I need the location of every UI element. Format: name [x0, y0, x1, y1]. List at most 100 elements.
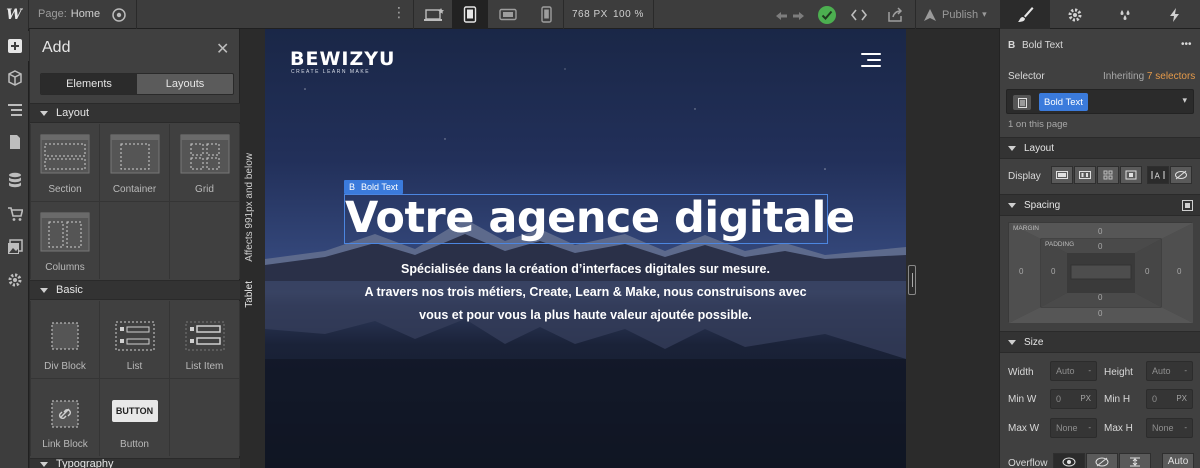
unit-dash: -	[1184, 423, 1187, 432]
element-columns[interactable]: Columns	[31, 202, 99, 279]
min-height-input[interactable]: 0 PX	[1146, 389, 1193, 409]
max-height-input[interactable]: None -	[1146, 418, 1193, 438]
undo-redo-icon[interactable]	[770, 0, 810, 29]
display-flex-icon[interactable]	[1074, 166, 1096, 184]
chevron-down-icon[interactable]: ▾	[1182, 95, 1187, 106]
hero-subtitle-line[interactable]: vous et pour vous la plus haute valeur a…	[265, 308, 906, 322]
display-block-icon[interactable]	[1051, 166, 1073, 184]
usage-count: 1 on this page	[1008, 119, 1068, 130]
overflow-scroll-icon[interactable]	[1119, 453, 1151, 468]
webflow-logo[interactable]: W	[0, 0, 29, 29]
page-selector[interactable]: Page: Home	[38, 8, 100, 20]
margin-box[interactable]: MARGIN 0 0 0 0 PADDING 0 0 0 0	[1008, 222, 1193, 323]
unit-px[interactable]: PX	[1176, 394, 1187, 403]
breakpoint-note: Affects 991px and below	[244, 153, 255, 262]
element-section[interactable]: Section	[31, 124, 99, 201]
selector-field[interactable]: Bold Text ▾	[1006, 89, 1194, 114]
canvas-resize-handle[interactable]	[908, 265, 916, 295]
hamburger-menu-icon[interactable]	[861, 52, 881, 68]
style-manager-tab[interactable]	[1100, 0, 1150, 29]
tab-layouts[interactable]: Layouts	[137, 74, 233, 94]
margin-bottom[interactable]: 0	[1098, 309, 1102, 318]
section-title: Typography	[56, 458, 114, 468]
cms-database-icon[interactable]	[0, 165, 29, 195]
pages-icon[interactable]	[0, 127, 29, 157]
publish-button[interactable]: Publish ▾	[918, 0, 998, 29]
style-panel: B Bold Text ••• Selector Inheriting 7 se…	[999, 29, 1200, 468]
section-header-typography[interactable]: Typography	[30, 458, 240, 468]
element-list-item[interactable]: List Item	[170, 301, 239, 378]
code-export-icon[interactable]	[844, 0, 874, 29]
inheriting-count-link[interactable]: 7 selectors	[1147, 71, 1195, 82]
hero-section[interactable]: BEWIZYU CREATE LEARN MAKE B Bold Text Vo…	[265, 29, 906, 468]
navigator-icon[interactable]	[0, 95, 29, 125]
display-inline-block-icon[interactable]	[1120, 166, 1142, 184]
section-header-spacing[interactable]: Spacing	[1000, 194, 1200, 216]
selector-chip[interactable]: Bold Text	[1039, 93, 1088, 111]
element-container[interactable]: Container	[100, 124, 169, 201]
brand-logo[interactable]: BEWIZYU	[290, 48, 395, 70]
share-icon[interactable]	[880, 0, 910, 29]
hero-subtitle-line[interactable]: Spécialisée dans la création d’interface…	[265, 262, 906, 276]
padding-top[interactable]: 0	[1098, 242, 1102, 251]
assets-image-icon[interactable]	[0, 232, 29, 262]
display-inline-icon[interactable]: A	[1147, 166, 1169, 184]
desktop-breakpoint-icon[interactable]	[416, 0, 452, 29]
element-label: Container	[112, 184, 157, 195]
chevron-down-icon	[40, 110, 48, 116]
page-name: Home	[70, 8, 101, 20]
min-height-value: 0	[1152, 394, 1158, 404]
drops-icon	[1120, 9, 1130, 20]
inheriting-label: Inheriting 7 selectors	[1103, 71, 1195, 82]
padding-bottom[interactable]: 0	[1098, 293, 1102, 302]
spacing-presets-icon[interactable]	[1182, 200, 1193, 214]
min-width-input[interactable]: 0 PX	[1050, 389, 1097, 409]
mobile-landscape-icon[interactable]	[490, 0, 526, 29]
more-options-icon[interactable]: •••	[1181, 39, 1192, 50]
symbols-cube-icon[interactable]	[0, 63, 29, 93]
margin-left[interactable]: 0	[1019, 267, 1023, 276]
max-width-input[interactable]: None -	[1050, 418, 1097, 438]
width-input[interactable]: Auto -	[1050, 361, 1097, 381]
page-preview-eye-icon[interactable]	[110, 6, 128, 23]
hero-heading[interactable]: Votre agence digitale	[345, 193, 855, 243]
min-height-label: Min H	[1104, 394, 1131, 405]
interactions-tab[interactable]	[1150, 0, 1200, 29]
display-grid-icon[interactable]	[1097, 166, 1119, 184]
tab-elements[interactable]: Elements	[41, 74, 137, 94]
section-header-layout[interactable]: Layout	[30, 103, 240, 123]
padding-right[interactable]: 0	[1145, 267, 1149, 276]
tablet-breakpoint-icon[interactable]	[452, 0, 488, 29]
section-header-basic[interactable]: Basic	[30, 280, 240, 300]
element-list[interactable]: List	[100, 301, 169, 378]
rocket-icon	[924, 8, 936, 21]
element-div-block[interactable]: Div Block	[31, 301, 99, 378]
element-link-block[interactable]: Link Block	[31, 379, 99, 456]
element-label: Link Block	[42, 439, 88, 450]
overflow-auto-button[interactable]: Auto	[1162, 453, 1194, 468]
add-icon[interactable]	[0, 31, 29, 61]
section-icon	[40, 134, 90, 174]
settings-panel-tab[interactable]	[1050, 0, 1100, 29]
hero-subtitle-line[interactable]: A travers nos trois métiers, Create, Lea…	[265, 285, 906, 299]
overflow-visible-eye-icon[interactable]	[1053, 453, 1085, 468]
margin-top[interactable]: 0	[1098, 227, 1102, 236]
element-button[interactable]: BUTTON Button	[100, 379, 169, 456]
more-vertical-icon[interactable]: ⋮	[392, 5, 406, 19]
section-header-layout[interactable]: Layout	[1000, 137, 1200, 159]
unit-px[interactable]: PX	[1080, 394, 1091, 403]
basic-elements-grid: Div Block List List Item Link Block BUTT…	[30, 301, 240, 456]
overflow-hidden-icon[interactable]	[1086, 453, 1118, 468]
height-input[interactable]: Auto -	[1146, 361, 1193, 381]
mobile-portrait-icon[interactable]	[528, 0, 564, 29]
close-icon[interactable]: ✕	[216, 39, 229, 59]
style-panel-tab[interactable]	[1000, 0, 1050, 29]
display-none-icon[interactable]	[1170, 166, 1192, 184]
settings-gear-icon[interactable]	[0, 265, 29, 295]
section-header-size[interactable]: Size	[1000, 331, 1200, 353]
element-tag-icon	[1013, 95, 1031, 110]
element-grid[interactable]: Grid	[170, 124, 239, 201]
ecommerce-cart-icon[interactable]	[0, 199, 29, 229]
margin-right[interactable]: 0	[1177, 267, 1181, 276]
padding-left[interactable]: 0	[1051, 267, 1055, 276]
